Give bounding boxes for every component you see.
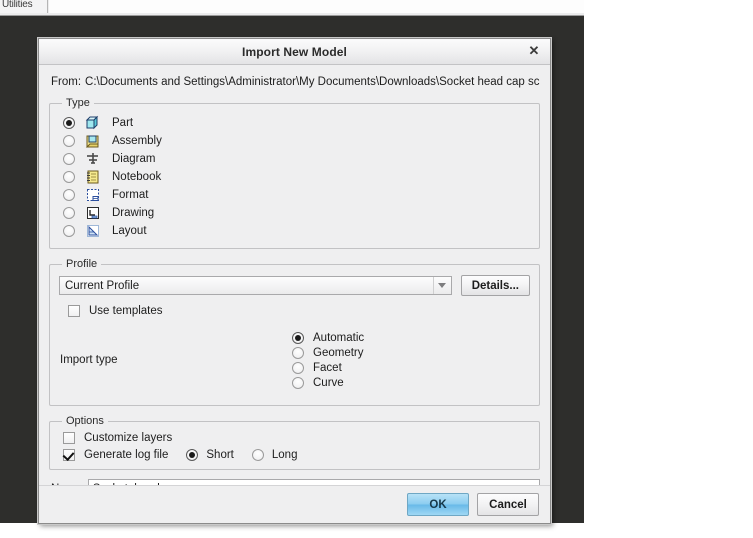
drawing-icon xyxy=(85,205,101,221)
background-tab-strip-filler xyxy=(49,0,584,13)
notebook-icon xyxy=(85,169,101,185)
import-new-model-dialog: Import New Model ✕ From: C:\Documents and… xyxy=(38,38,551,524)
radio-automatic[interactable] xyxy=(292,331,304,344)
import-type-options: Automatic Geometry Facet Curve xyxy=(292,331,365,389)
radio-diagram[interactable] xyxy=(63,153,75,165)
profile-group-legend: Profile xyxy=(66,258,98,270)
type-label-assembly: Assembly xyxy=(112,135,162,147)
radio-layout[interactable] xyxy=(63,225,75,237)
format-icon xyxy=(85,187,101,203)
profile-group: Profile Current Profile Details... Use t… xyxy=(49,258,540,406)
type-label-diagram: Diagram xyxy=(112,153,156,165)
profile-selection-row: Current Profile Details... xyxy=(59,275,530,296)
radio-part[interactable] xyxy=(63,117,75,129)
generate-log-file-label: Generate log file xyxy=(84,449,169,461)
type-label-notebook: Notebook xyxy=(112,171,162,183)
type-option-format[interactable]: Format xyxy=(59,186,530,204)
type-option-part[interactable]: Part xyxy=(59,114,530,132)
chevron-down-icon[interactable] xyxy=(432,277,451,294)
radio-log-short[interactable] xyxy=(186,449,199,461)
import-type-label: Import type xyxy=(60,354,118,366)
generate-log-file-row[interactable]: Generate log file Short Long xyxy=(63,449,530,461)
background-tab-utilities[interactable]: Utilities xyxy=(0,0,48,13)
type-group: Type Part Assembly Diagram Notebook Form… xyxy=(49,97,540,249)
type-label-format: Format xyxy=(112,189,149,201)
diagram-icon xyxy=(85,151,101,167)
radio-drawing[interactable] xyxy=(63,207,75,219)
customize-layers-row[interactable]: Customize layers xyxy=(63,432,530,444)
import-type-label-automatic: Automatic xyxy=(313,331,365,344)
radio-notebook[interactable] xyxy=(63,171,75,183)
use-templates-row[interactable]: Use templates xyxy=(68,305,530,317)
import-type-option-facet[interactable]: Facet xyxy=(292,361,364,374)
radio-assembly[interactable] xyxy=(63,135,75,147)
source-file-row: From: C:\Documents and Settings\Administr… xyxy=(51,76,540,88)
layout-icon xyxy=(85,223,101,239)
radio-log-long[interactable] xyxy=(251,449,264,461)
import-type-option-automatic[interactable]: Automatic xyxy=(292,331,365,344)
details-button[interactable]: Details... xyxy=(460,275,530,296)
radio-geometry[interactable] xyxy=(292,346,304,359)
close-icon[interactable]: ✕ xyxy=(525,42,543,60)
dialog-titlebar: Import New Model ✕ xyxy=(39,39,550,65)
import-type-option-curve[interactable]: Curve xyxy=(292,376,364,389)
options-group: Options Customize layers Generate log fi… xyxy=(49,415,540,470)
type-option-layout[interactable]: Layout xyxy=(59,222,530,240)
dialog-body: From: C:\Documents and Settings\Administr… xyxy=(39,65,550,498)
radio-format[interactable] xyxy=(63,189,75,201)
log-detail-label-short: Short xyxy=(206,449,234,461)
use-templates-label: Use templates xyxy=(89,305,163,317)
type-option-drawing[interactable]: Drawing xyxy=(59,204,530,222)
type-group-legend: Type xyxy=(66,97,90,109)
type-label-drawing: Drawing xyxy=(112,207,155,219)
import-type-label-geometry: Geometry xyxy=(313,346,364,359)
log-detail-label-long: Long xyxy=(271,449,298,461)
ok-button[interactable]: OK xyxy=(407,493,469,516)
import-type-label-facet: Facet xyxy=(313,361,342,374)
import-type-row: Import type Automatic Geometry Facet Cur… xyxy=(59,323,530,397)
checkbox-generate-log-file[interactable] xyxy=(63,449,75,461)
type-label-layout: Layout xyxy=(112,225,147,237)
profile-combo[interactable]: Current Profile xyxy=(59,276,452,295)
type-label-part: Part xyxy=(112,117,134,129)
customize-layers-label: Customize layers xyxy=(84,432,173,444)
import-type-label-curve: Curve xyxy=(313,376,344,389)
checkbox-use-templates[interactable] xyxy=(68,305,80,317)
type-option-diagram[interactable]: Diagram xyxy=(59,150,530,168)
type-option-assembly[interactable]: Assembly xyxy=(59,132,530,150)
dialog-footer: OK Cancel xyxy=(39,485,550,523)
cancel-button[interactable]: Cancel xyxy=(477,493,539,516)
from-path: C:\Documents and Settings\Administrator\… xyxy=(85,76,540,88)
radio-curve[interactable] xyxy=(292,376,304,389)
from-label: From: xyxy=(51,76,82,88)
profile-combo-value: Current Profile xyxy=(65,279,140,292)
background-tab-strip: Utilities xyxy=(0,0,584,16)
dialog-title: Import New Model xyxy=(242,44,347,59)
cube-icon xyxy=(85,115,101,131)
radio-facet[interactable] xyxy=(292,361,304,374)
options-group-legend: Options xyxy=(66,415,104,427)
type-option-notebook[interactable]: Notebook xyxy=(59,168,530,186)
checkbox-customize-layers[interactable] xyxy=(63,432,75,444)
assembly-icon xyxy=(85,133,101,149)
import-type-option-geometry[interactable]: Geometry xyxy=(292,346,364,359)
